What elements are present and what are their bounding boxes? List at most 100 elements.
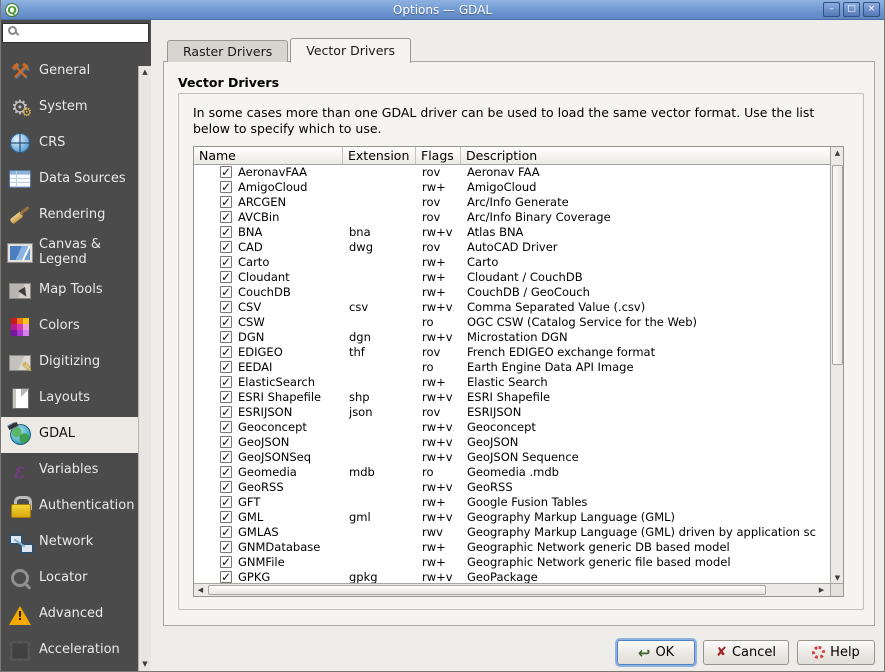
minimize-button[interactable]: – — [823, 2, 840, 17]
driver-checkbox[interactable] — [220, 271, 232, 283]
scroll-up-icon[interactable]: ▲ — [831, 147, 844, 160]
driver-checkbox[interactable] — [220, 466, 232, 478]
driver-row-gml[interactable]: GMLgmlrw+vGeography Markup Language (GML… — [194, 510, 832, 525]
driver-row-geomedia[interactable]: GeomediamdbroGeomedia .mdb — [194, 465, 832, 480]
driver-checkbox[interactable] — [220, 256, 232, 268]
driver-row-eedai[interactable]: EEDAIroEarth Engine Data API Image — [194, 360, 832, 375]
driver-row-gft[interactable]: GFTrw+Google Fusion Tables — [194, 495, 832, 510]
driver-checkbox[interactable] — [220, 496, 232, 508]
driver-row-cad[interactable]: CADdwgrovAutoCAD Driver — [194, 240, 832, 255]
driver-row-couchdb[interactable]: CouchDBrw+CouchDB / GeoCouch — [194, 285, 832, 300]
driver-row-geoconcept[interactable]: Geoconceptrw+vGeoconcept — [194, 420, 832, 435]
driver-row-arcgen[interactable]: ARCGENrovArc/Info Generate — [194, 195, 832, 210]
sidebar-item-digitizing[interactable]: Digitizing — [1, 345, 138, 381]
driver-row-gnmfile[interactable]: GNMFilerw+Geographic Network generic fil… — [194, 555, 832, 570]
table-vscrollbar[interactable]: ▲ ▼ — [830, 147, 843, 585]
driver-row-csv[interactable]: CSVcsvrw+vComma Separated Value (.csv) — [194, 300, 832, 315]
driver-checkbox[interactable] — [220, 331, 232, 343]
settings-search-input[interactable] — [2, 23, 149, 43]
cancel-button[interactable]: ✘ Cancel — [703, 640, 789, 665]
vscroll-thumb[interactable] — [832, 165, 843, 365]
table-hscrollbar[interactable]: ◀ ▶ — [194, 583, 832, 596]
driver-checkbox[interactable] — [220, 241, 232, 253]
driver-checkbox[interactable] — [220, 361, 232, 373]
maximize-button[interactable]: □ — [843, 2, 860, 17]
driver-row-esri-shapefile[interactable]: ESRI Shapefileshprw+vESRI Shapefile — [194, 390, 832, 405]
scroll-right-icon[interactable]: ▶ — [815, 584, 828, 597]
driver-checkbox[interactable] — [220, 226, 232, 238]
driver-checkbox[interactable] — [220, 406, 232, 418]
sidebar-item-crs[interactable]: CRS — [1, 125, 138, 161]
sidebar-item-layouts[interactable]: Layouts — [1, 381, 138, 417]
driver-row-avcbin[interactable]: AVCBinrovArc/Info Binary Coverage — [194, 210, 832, 225]
driver-row-esrijson[interactable]: ESRIJSONjsonrovESRIJSON — [194, 405, 832, 420]
close-button[interactable]: × — [863, 2, 880, 17]
driver-row-aeronavfaa[interactable]: AeronavFAArovAeronav FAA — [194, 165, 832, 180]
driver-row-bna[interactable]: BNAbnarw+vAtlas BNA — [194, 225, 832, 240]
driver-row-amigocloud[interactable]: AmigoCloudrw+AmigoCloud — [194, 180, 832, 195]
ok-icon: ↩ — [638, 647, 651, 659]
driver-checkbox[interactable] — [220, 451, 232, 463]
tab-vector-drivers[interactable]: Vector Drivers — [290, 38, 411, 63]
driver-row-gnmdatabase[interactable]: GNMDatabaserw+Geographic Network generic… — [194, 540, 832, 555]
sidebar-item-colors[interactable]: Colors — [1, 309, 138, 345]
sidebar-item-locator[interactable]: Locator — [1, 561, 138, 597]
driver-row-edigeo[interactable]: EDIGEOthfrovFrench EDIGEO exchange forma… — [194, 345, 832, 360]
tab-raster-drivers[interactable]: Raster Drivers — [167, 40, 288, 62]
column-header-extension[interactable]: Extension — [343, 147, 416, 164]
sidebar-item-rendering[interactable]: Rendering — [1, 197, 138, 233]
ok-button[interactable]: ↩ OK — [617, 640, 695, 665]
driver-checkbox[interactable] — [220, 541, 232, 553]
sidebar-item-variables[interactable]: Variables — [1, 453, 138, 489]
driver-row-geojsonseq[interactable]: GeoJSONSeqrw+vGeoJSON Sequence — [194, 450, 832, 465]
sidebar-item-map-tools[interactable]: Map Tools — [1, 273, 138, 309]
sidebar-item-canvas-legend[interactable]: Canvas & Legend — [1, 233, 138, 273]
driver-checkbox[interactable] — [220, 211, 232, 223]
driver-checkbox[interactable] — [220, 481, 232, 493]
sidebar-item-system[interactable]: System — [1, 89, 138, 125]
driver-checkbox[interactable] — [220, 391, 232, 403]
driver-name: GMLAS — [238, 525, 279, 540]
hscroll-thumb[interactable] — [208, 585, 766, 595]
column-header-description[interactable]: Description — [461, 147, 832, 164]
driver-checkbox[interactable] — [220, 571, 232, 583]
titlebar[interactable]: Q Options — GDAL –□× — [1, 0, 884, 20]
driver-row-gmlas[interactable]: GMLASrwvGeography Markup Language (GML) … — [194, 525, 832, 540]
driver-checkbox[interactable] — [220, 286, 232, 298]
driver-row-csw[interactable]: CSWroOGC CSW (Catalog Service for the We… — [194, 315, 832, 330]
driver-checkbox[interactable] — [220, 316, 232, 328]
driver-row-cloudant[interactable]: Cloudantrw+Cloudant / CouchDB — [194, 270, 832, 285]
scroll-left-icon[interactable]: ◀ — [194, 584, 207, 597]
sidebar-item-advanced[interactable]: !Advanced — [1, 597, 138, 633]
driver-checkbox[interactable] — [220, 181, 232, 193]
scroll-down-icon[interactable]: ▼ — [139, 658, 151, 671]
driver-checkbox[interactable] — [220, 526, 232, 538]
driver-checkbox[interactable] — [220, 511, 232, 523]
driver-row-elasticsearch[interactable]: ElasticSearchrw+Elastic Search — [194, 375, 832, 390]
driver-row-carto[interactable]: Cartorw+Carto — [194, 255, 832, 270]
sidebar-scrollbar[interactable]: ▲ ▼ — [138, 66, 151, 671]
driver-checkbox[interactable] — [220, 301, 232, 313]
column-header-name[interactable]: Name — [194, 147, 343, 164]
driver-checkbox[interactable] — [220, 166, 232, 178]
driver-flags: rw+v — [416, 420, 461, 435]
scroll-up-icon[interactable]: ▲ — [139, 66, 151, 79]
driver-row-dgn[interactable]: DGNdgnrw+vMicrostation DGN — [194, 330, 832, 345]
sidebar-item-gdal[interactable]: GDAL — [1, 417, 138, 453]
driver-checkbox[interactable] — [220, 346, 232, 358]
driver-checkbox[interactable] — [220, 436, 232, 448]
column-header-flags[interactable]: Flags — [416, 147, 461, 164]
driver-checkbox[interactable] — [220, 421, 232, 433]
driver-checkbox[interactable] — [220, 376, 232, 388]
driver-flags: rov — [416, 405, 461, 420]
driver-checkbox[interactable] — [220, 556, 232, 568]
sidebar-item-acceleration[interactable]: Acceleration — [1, 633, 138, 669]
driver-row-georss[interactable]: GeoRSSrw+vGeoRSS — [194, 480, 832, 495]
help-button[interactable]: Help — [797, 640, 875, 665]
driver-row-geojson[interactable]: GeoJSONrw+vGeoJSON — [194, 435, 832, 450]
sidebar-item-general[interactable]: General — [1, 53, 138, 89]
sidebar-item-data-sources[interactable]: Data Sources — [1, 161, 138, 197]
sidebar-item-network[interactable]: Network — [1, 525, 138, 561]
driver-checkbox[interactable] — [220, 196, 232, 208]
sidebar-item-authentication[interactable]: Authentication — [1, 489, 138, 525]
